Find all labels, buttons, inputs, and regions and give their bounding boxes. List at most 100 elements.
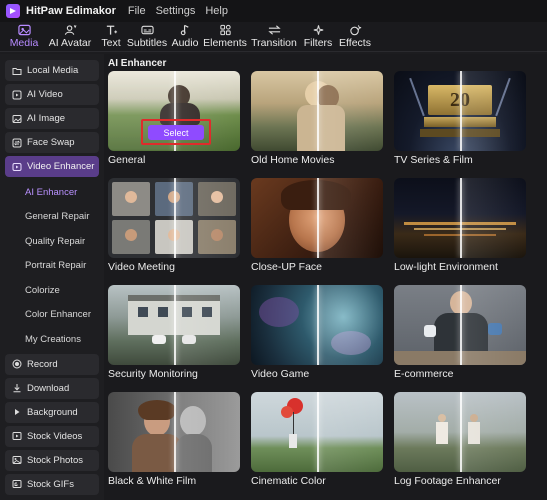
- sidebar-subitem-ai-enhancer[interactable]: AI Enhancer: [5, 180, 99, 205]
- enhancer-card-tv-series-film[interactable]: 20 TV Series & Film: [394, 71, 526, 166]
- sidebar-item-stock-photos[interactable]: Stock Photos: [5, 449, 99, 471]
- enhancer-card-video-meeting[interactable]: Video Meeting: [108, 178, 240, 273]
- sidebar-item-stock-videos[interactable]: Stock Videos: [5, 425, 99, 447]
- title-bar: HitPaw Edimakor File Settings Help: [0, 0, 547, 22]
- enhancer-card-e-commerce[interactable]: E-commerce: [394, 285, 526, 380]
- video-enhancer-icon: [11, 162, 22, 172]
- sidebar-item-label: AI Video: [27, 89, 63, 100]
- main-toolbar: Media AI Avatar Text Subtitles Audio Ele…: [0, 22, 547, 52]
- sidebar-item-label: Local Media: [27, 65, 79, 76]
- tab-label: Effects: [339, 37, 371, 49]
- enhancer-card-old-home-movies[interactable]: Old Home Movies: [251, 71, 383, 166]
- media-icon: [17, 24, 31, 36]
- thumbnail-cinematic-color[interactable]: [251, 392, 383, 472]
- sidebar-subitem-color-enhancer[interactable]: Color Enhancer: [5, 303, 99, 328]
- app-window: HitPaw Edimakor File Settings Help Media…: [0, 0, 547, 500]
- ai-video-icon: [11, 90, 22, 100]
- sidebar-item-video-enhancer[interactable]: Video Enhancer: [5, 156, 99, 177]
- subtitles-icon: [140, 25, 154, 35]
- card-label: TV Series & Film: [394, 154, 473, 166]
- thumbnail-video-game[interactable]: [251, 285, 383, 365]
- menu-file[interactable]: File: [128, 5, 146, 17]
- enhancer-card-low-light-environment[interactable]: Low-light Environment: [394, 178, 526, 273]
- card-label: Black & White Film: [108, 475, 197, 487]
- enhancer-card-black-white-film[interactable]: Black & White Film: [108, 392, 240, 487]
- enhancer-card-general[interactable]: Select General: [108, 71, 240, 166]
- stock-photos-icon: [11, 455, 22, 465]
- thumbnail-close-up-face[interactable]: [251, 178, 383, 258]
- select-highlight-box: Select: [141, 119, 211, 145]
- sidebar-subitem-quality-repair[interactable]: Quality Repair: [5, 229, 99, 254]
- menu-settings[interactable]: Settings: [156, 5, 196, 17]
- tab-label: Media: [9, 37, 39, 49]
- thumbnail-e-commerce[interactable]: [394, 285, 526, 365]
- thumbnail-general[interactable]: Select: [108, 71, 240, 151]
- download-icon: [11, 383, 22, 393]
- section-title: AI Enhancer: [108, 58, 167, 69]
- sidebar-item-ai-video[interactable]: AI Video: [5, 84, 99, 105]
- thumbnail-old-home-movies[interactable]: [251, 71, 383, 151]
- enhancer-card-security-monitoring[interactable]: Security Monitoring: [108, 285, 240, 380]
- tab-label: Text: [101, 37, 121, 49]
- enhancer-card-video-game[interactable]: Video Game: [251, 285, 383, 380]
- sidebar: Local Media AI Video AI Image Face Swap …: [0, 54, 104, 500]
- sidebar-subitem-my-creations[interactable]: My Creations: [5, 327, 99, 352]
- tab-transition[interactable]: Transition: [248, 21, 300, 51]
- background-icon: [11, 407, 22, 417]
- thumbnail-tv-series-film[interactable]: 20: [394, 71, 526, 151]
- stock-gifs-icon: [11, 479, 22, 489]
- stock-videos-icon: [11, 431, 22, 441]
- filters-icon: [313, 25, 323, 35]
- face-swap-icon: [11, 138, 22, 148]
- enhancer-card-cinematic-color[interactable]: Cinematic Color: [251, 392, 383, 487]
- card-label: E-commerce: [394, 368, 454, 380]
- enhancer-card-log-footage-enhancer[interactable]: Log Footage Enhancer: [394, 392, 526, 487]
- sidebar-item-face-swap[interactable]: Face Swap: [5, 132, 99, 153]
- sidebar-item-label: Stock Photos: [27, 454, 83, 466]
- sidebar-item-download[interactable]: Download: [5, 377, 99, 399]
- tab-ai-avatar[interactable]: AI Avatar: [44, 21, 96, 51]
- sidebar-subitem-general-repair[interactable]: General Repair: [5, 205, 99, 230]
- sidebar-item-local-media[interactable]: Local Media: [5, 60, 99, 81]
- sidebar-item-label: Stock Videos: [27, 430, 83, 442]
- tab-label: Transition: [251, 37, 297, 49]
- tab-label: Filters: [303, 37, 333, 49]
- thumbnail-log-footage-enhancer[interactable]: [394, 392, 526, 472]
- card-label: Old Home Movies: [251, 154, 335, 166]
- thumbnail-black-white-film[interactable]: [108, 392, 240, 472]
- elements-icon: [219, 24, 231, 36]
- card-label: Video Meeting: [108, 261, 175, 273]
- thumbnail-low-light-environment[interactable]: [394, 178, 526, 258]
- thumbnail-video-meeting[interactable]: [108, 178, 240, 258]
- sidebar-item-label: AI Image: [27, 113, 66, 124]
- tab-media[interactable]: Media: [4, 21, 44, 51]
- sidebar-subitem-colorize[interactable]: Colorize: [5, 278, 99, 303]
- sidebar-item-record[interactable]: Record: [5, 353, 99, 375]
- card-label: Low-light Environment: [394, 261, 498, 273]
- tab-label: Elements: [203, 37, 247, 49]
- tab-label: AI Avatar: [48, 37, 92, 49]
- enhancer-card-close-up-face[interactable]: Close-UP Face: [251, 178, 383, 273]
- tab-label: Subtitles: [126, 37, 168, 49]
- sidebar-item-stock-gifs[interactable]: Stock GIFs: [5, 473, 99, 495]
- sidebar-item-label: Stock GIFs: [27, 478, 74, 490]
- text-icon: [106, 25, 117, 35]
- tab-subtitles[interactable]: Subtitles: [126, 21, 168, 51]
- sidebar-item-background[interactable]: Background: [5, 401, 99, 423]
- app-logo: [6, 4, 20, 18]
- tab-filters[interactable]: Filters: [300, 21, 336, 51]
- sidebar-item-ai-image[interactable]: AI Image: [5, 108, 99, 129]
- menu-help[interactable]: Help: [205, 5, 228, 17]
- card-label: Log Footage Enhancer: [394, 475, 501, 487]
- select-button[interactable]: Select: [148, 125, 204, 140]
- tab-audio[interactable]: Audio: [168, 21, 202, 51]
- avatar-icon: [64, 25, 76, 35]
- record-icon: [11, 359, 22, 369]
- card-label: Security Monitoring: [108, 368, 198, 380]
- main-panel: AI Enhancer Select General Old Home Movi…: [104, 54, 547, 500]
- tab-effects[interactable]: Effects: [336, 21, 374, 51]
- thumbnail-security-monitoring[interactable]: [108, 285, 240, 365]
- tab-elements[interactable]: Elements: [202, 21, 248, 51]
- tab-text[interactable]: Text: [96, 21, 126, 51]
- sidebar-subitem-portrait-repair[interactable]: Portrait Repair: [5, 254, 99, 279]
